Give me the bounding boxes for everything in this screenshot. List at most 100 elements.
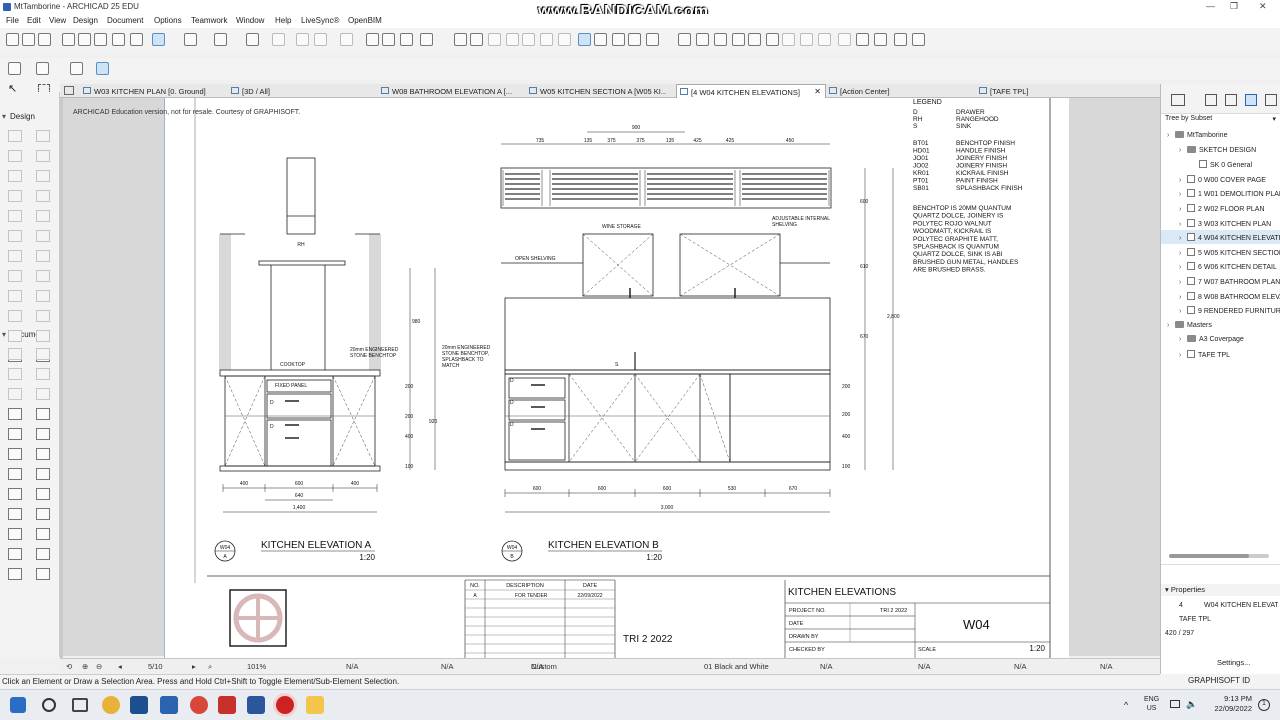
toolbar-icon-2[interactable] bbox=[38, 33, 51, 46]
toolbar-icon-36[interactable] bbox=[748, 33, 761, 46]
tab-close-icon[interactable]: ✕ bbox=[814, 87, 821, 96]
toolbar-icon-0[interactable] bbox=[6, 33, 19, 46]
tab-kitchen-plan[interactable]: W03 KITCHEN PLAN [0. Ground] bbox=[80, 84, 220, 98]
search-icon[interactable] bbox=[42, 698, 56, 712]
expand-chevron-icon[interactable]: › bbox=[1179, 336, 1187, 343]
document-tool-icon[interactable] bbox=[8, 408, 22, 420]
toolbar-icon-30[interactable] bbox=[628, 33, 641, 46]
tab-action-center[interactable]: [Action Center] bbox=[826, 84, 966, 98]
document-tool-icon[interactable] bbox=[8, 348, 22, 360]
design-tool-icon[interactable] bbox=[36, 310, 50, 322]
toolbar-icon-37[interactable] bbox=[766, 33, 779, 46]
property-master[interactable]: TAFE TPL bbox=[1179, 616, 1211, 623]
task-view-icon[interactable] bbox=[72, 698, 88, 712]
tree-item[interactable]: › 2 W02 FLOOR PLAN bbox=[1161, 201, 1280, 215]
tree-item[interactable]: › 4 W04 KITCHEN ELEVATIONS bbox=[1161, 230, 1280, 245]
file-explorer-icon[interactable] bbox=[306, 696, 324, 714]
design-tool-icon[interactable] bbox=[36, 130, 50, 142]
design-tool-icon[interactable] bbox=[8, 330, 22, 342]
toolbar-icon-10[interactable] bbox=[214, 33, 227, 46]
property-id[interactable]: 4 bbox=[1179, 602, 1183, 609]
toolbar-icon-43[interactable] bbox=[874, 33, 887, 46]
design-tool-icon[interactable] bbox=[36, 330, 50, 342]
chrome-icon[interactable] bbox=[102, 696, 120, 714]
toolbar-icon-41[interactable] bbox=[838, 33, 851, 46]
toolbar-icon-32[interactable] bbox=[678, 33, 691, 46]
toolbar-icon-39[interactable] bbox=[800, 33, 813, 46]
chevron-down-icon[interactable]: ▾ bbox=[1272, 115, 1276, 123]
view-map-icon[interactable] bbox=[1225, 94, 1237, 106]
expand-chevron-icon[interactable]: › bbox=[1167, 132, 1175, 139]
design-tool-icon[interactable] bbox=[36, 170, 50, 182]
maximize-icon[interactable]: ❐ bbox=[1230, 1, 1238, 12]
design-tool-icon[interactable] bbox=[36, 190, 50, 202]
document-tool-icon[interactable] bbox=[8, 568, 22, 580]
document-tool-icon[interactable] bbox=[8, 368, 22, 380]
tab-kitchen-elevations[interactable]: [4 W04 KITCHEN ELEVATIONS] ✕ bbox=[676, 84, 826, 98]
zoom-out-icon[interactable]: ⊖ bbox=[96, 662, 102, 671]
layout-sheet[interactable]: RH COOKTOP FIXED PANEL D D 20mm ENGINEERED STO… bbox=[164, 98, 1069, 658]
undo-zoom-icon[interactable]: ⟲ bbox=[66, 662, 72, 671]
document-tool-icon[interactable] bbox=[8, 448, 22, 460]
chrome-icon-2[interactable] bbox=[190, 696, 208, 714]
tree-item[interactable]: › 7 W07 BATHROOM PLAN bbox=[1161, 274, 1280, 288]
toolbar-icon-31[interactable] bbox=[646, 33, 659, 46]
document-tool-icon[interactable] bbox=[36, 448, 50, 460]
zoom-icon[interactable]: ⌕ bbox=[208, 662, 212, 672]
menu-help[interactable]: Help bbox=[275, 16, 291, 25]
tree-item[interactable]: SK 0 General bbox=[1161, 157, 1280, 171]
tree-item[interactable]: › A3 Coverpage bbox=[1161, 332, 1280, 346]
document-tool-icon[interactable] bbox=[8, 488, 22, 500]
document-tool-icon[interactable] bbox=[36, 528, 50, 540]
publisher-icon[interactable] bbox=[1265, 94, 1277, 106]
design-tool-icon[interactable] bbox=[8, 310, 22, 322]
tree-item[interactable]: › 1 W01 DEMOLITION PLAN bbox=[1161, 186, 1280, 200]
tree-item[interactable]: › 9 RENDERED FURNITURE bbox=[1161, 303, 1280, 317]
menu-options[interactable]: Options bbox=[154, 16, 182, 25]
toolbar-icon-1[interactable] bbox=[22, 33, 35, 46]
document-tool-icon[interactable] bbox=[36, 488, 50, 500]
graphisoft-id-button[interactable]: GRAPHISOFT ID bbox=[1160, 674, 1280, 688]
expand-chevron-icon[interactable]: › bbox=[1179, 352, 1187, 359]
expand-chevron-icon[interactable]: › bbox=[1179, 250, 1187, 257]
design-tool-icon[interactable] bbox=[8, 210, 22, 222]
menu-document[interactable]: Document bbox=[107, 16, 143, 25]
windows-start-icon[interactable] bbox=[10, 697, 26, 713]
menu-file[interactable]: File bbox=[6, 16, 19, 25]
tree-item[interactable]: › 6 W06 KITCHEN DETAIL bbox=[1161, 259, 1280, 273]
document-tool-icon[interactable] bbox=[36, 368, 50, 380]
document-tool-icon[interactable] bbox=[8, 468, 22, 480]
tab-bathroom-elevation[interactable]: W08 BATHROOM ELEVATION A [... bbox=[378, 84, 518, 98]
toolbar-icon-8[interactable] bbox=[152, 33, 165, 46]
word-icon[interactable] bbox=[247, 696, 265, 714]
info-icon-2[interactable] bbox=[70, 62, 83, 75]
toolbar-icon-35[interactable] bbox=[732, 33, 745, 46]
toolbar-icon-3[interactable] bbox=[62, 33, 75, 46]
zoom-in-icon[interactable]: ⊕ bbox=[82, 662, 88, 671]
archicad-icon[interactable] bbox=[130, 696, 148, 714]
renovation-combo[interactable]: N/A bbox=[820, 662, 833, 671]
toolbar-icon-18[interactable] bbox=[400, 33, 413, 46]
document-tool-icon[interactable] bbox=[8, 428, 22, 440]
toolbar-icon-11[interactable] bbox=[246, 33, 259, 46]
tree-item[interactable]: › 3 W03 KITCHEN PLAN bbox=[1161, 216, 1280, 230]
document-tool-icon[interactable] bbox=[36, 388, 50, 400]
expand-chevron-icon[interactable]: › bbox=[1179, 264, 1187, 271]
toolbar-icon-14[interactable] bbox=[314, 33, 327, 46]
design-tool-icon[interactable] bbox=[36, 250, 50, 262]
tree-item[interactable]: › 0 W00 COVER PAGE bbox=[1161, 172, 1280, 186]
toolbar-icon-44[interactable] bbox=[894, 33, 907, 46]
document-tool-icon[interactable] bbox=[8, 508, 22, 520]
dimension-combo[interactable]: N/A bbox=[1100, 662, 1113, 671]
document-tool-icon[interactable] bbox=[8, 528, 22, 540]
expand-chevron-icon[interactable]: › bbox=[1179, 191, 1187, 198]
expand-chevron-icon[interactable]: › bbox=[1179, 177, 1187, 184]
design-tool-icon[interactable] bbox=[8, 270, 22, 282]
menu-teamwork[interactable]: Teamwork bbox=[191, 16, 227, 25]
design-tool-icon[interactable] bbox=[8, 150, 22, 162]
document-tool-icon[interactable] bbox=[36, 568, 50, 580]
toolbar-icon-7[interactable] bbox=[130, 33, 143, 46]
menu-livesync[interactable]: LiveSync® bbox=[301, 16, 339, 25]
design-tool-icon[interactable] bbox=[8, 250, 22, 262]
toolbar-icon-45[interactable] bbox=[912, 33, 925, 46]
